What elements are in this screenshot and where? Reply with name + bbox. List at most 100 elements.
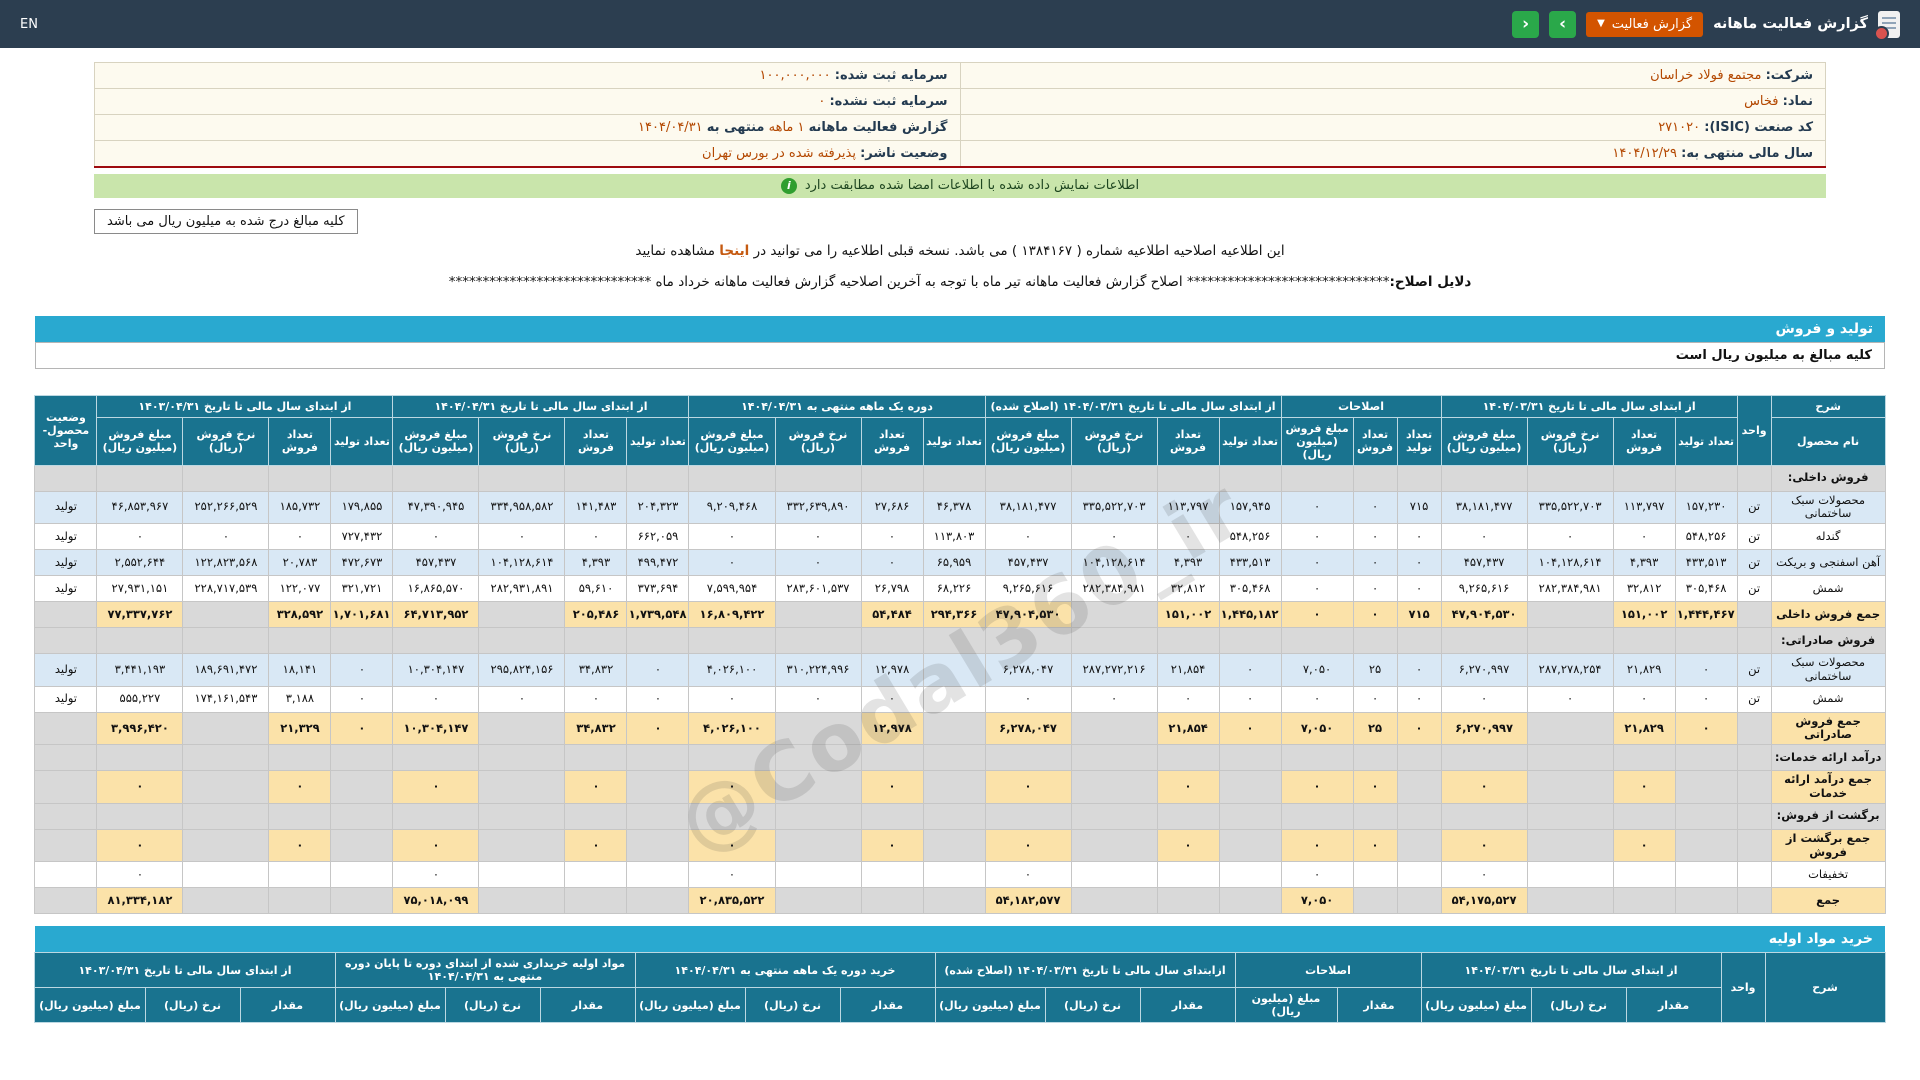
value-cell (1396, 887, 1442, 915)
prev-announcement-button[interactable]: ‹ (1512, 10, 1540, 38)
value-cell (564, 887, 628, 915)
value-cell: ۰ (1396, 711, 1442, 746)
value-cell: ۰ (330, 685, 394, 713)
company-row: سال مالی منتهی به: ۱۴۰۴/۱۲/۲۹ وضعیت ناشر… (94, 140, 1826, 168)
value-cell: ۱۱۳,۷۹۷ (1612, 490, 1676, 525)
company-value: ۱۴۰۴/۰۴/۳۱ (638, 120, 703, 135)
value-cell: ۰ (1396, 549, 1442, 577)
product-name-cell: گندله (1770, 523, 1886, 551)
value-cell (860, 464, 924, 492)
value-cell: ۰ (1070, 685, 1158, 713)
language-switch-en[interactable]: EN (20, 17, 38, 32)
topbar-actions: گزارش فعالیت ماهانه گزارش فعالیت ▼ › ‹ (1512, 10, 1900, 41)
value-cell (1070, 711, 1158, 746)
value-cell: ۲۱,۸۵۴ (1156, 711, 1220, 746)
value-cell (922, 744, 986, 772)
value-cell: ۱۱۳,۷۹۷ (1156, 490, 1220, 525)
value-cell (1070, 802, 1158, 830)
value-cell: ۱۰,۳۰۴,۱۴۷ (392, 653, 480, 687)
value-cell (1674, 464, 1738, 492)
value-cell: ۱۸۹,۶۹۱,۴۷۲ (182, 653, 270, 687)
unit-cell (1736, 711, 1772, 746)
value-cell (1396, 464, 1442, 492)
period-group-header-4: مواد اولیه خریداری شده از ابتدای دوره تا… (334, 952, 636, 989)
table-header-row: شرح واحد از ابتدای سال مالی تا تاریخ ۱۴۰۴/… (34, 394, 1886, 466)
value-cell: ۱۷۹,۸۵۵ (330, 490, 394, 525)
value-cell: ۰ (1396, 653, 1442, 687)
value-cell (268, 802, 332, 830)
company-value: ۲۷۱۰۲۰ (1658, 120, 1701, 135)
value-cell: ۶,۲۷۸,۰۴۷ (984, 653, 1072, 687)
value-cell: ۱۴۱,۴۸۳ (564, 490, 628, 525)
value-cell: ۵۴,۴۸۴ (860, 601, 924, 629)
value-cell: ۰ (564, 685, 628, 713)
value-cell: ۰ (984, 828, 1072, 863)
value-cell (330, 828, 394, 863)
value-cell: ۰ (860, 685, 924, 713)
value-cell (1526, 627, 1614, 655)
value-cell (330, 627, 394, 655)
value-cell: ۰ (182, 523, 270, 551)
next-announcement-button[interactable]: › (1549, 10, 1577, 38)
unit-cell (1736, 770, 1772, 804)
value-cell (268, 464, 332, 492)
company-row: نماد: فخاس سرمایه ثبت نشده: ۰ (94, 88, 1826, 115)
table-subheader-row: نام محصول تعداد تولید تعداد فروش نرخ فروش (… (35, 416, 1886, 466)
product-name-cell: محصولات سبک ساختمانی (1770, 490, 1886, 525)
value-cell (688, 627, 776, 655)
metric-header: مبلغ فروش (میلیون ریال) (1440, 416, 1528, 466)
value-cell: ۰ (1156, 685, 1220, 713)
report-type-dropdown[interactable]: گزارش فعالیت ▼ (1586, 11, 1704, 37)
value-cell (774, 627, 862, 655)
value-cell (96, 627, 184, 655)
value-cell: ۷,۰۵۰ (1280, 653, 1354, 687)
value-cell (478, 770, 566, 804)
metric-header: مقدار (539, 987, 636, 1024)
value-cell: ۰ (1674, 685, 1738, 713)
value-cell: ۱۸,۱۴۱ (268, 653, 332, 687)
value-cell (1674, 828, 1738, 863)
value-cell (478, 601, 566, 629)
value-cell: ۱۰۴,۱۲۸,۶۱۴ (1526, 549, 1614, 577)
value-cell: ۰ (392, 828, 480, 863)
value-cell: ۱۱۳,۸۰۳ (922, 523, 986, 551)
value-cell: ۲۸۷,۲۷۸,۲۵۴ (1526, 653, 1614, 687)
previous-version-link[interactable]: اینجا (719, 243, 749, 259)
value-cell (1280, 744, 1354, 772)
metric-header: تعداد فروش (860, 416, 924, 466)
value-cell: ۰ (688, 685, 776, 713)
value-cell (860, 802, 924, 830)
value-cell: ۰ (330, 711, 394, 746)
report-document-icon[interactable] (1874, 10, 1900, 41)
sales-table: شرح واحد از ابتدای سال مالی تا تاریخ ۱۴۰۴/… (34, 394, 1886, 915)
value-cell (774, 828, 862, 863)
value-cell: ۳۲,۸۱۲ (1612, 575, 1676, 603)
value-cell: ۶,۲۷۸,۰۴۷ (984, 711, 1072, 746)
value-cell: ۰ (1396, 575, 1442, 603)
value-cell (626, 770, 690, 804)
value-cell: ۰ (1218, 653, 1282, 687)
value-cell: ۷,۵۹۹,۹۵۴ (688, 575, 776, 603)
value-cell (1156, 802, 1220, 830)
value-cell: ۰ (774, 523, 862, 551)
value-cell: ۴,۳۹۳ (1156, 549, 1220, 577)
signature-match-text: اطلاعات نمایش داده شده با اطلاعات امضا ش… (804, 178, 1140, 193)
info-icon: i (780, 177, 797, 194)
sales-table-head: شرح واحد از ابتدای سال مالی تا تاریخ ۱۴۰۴/… (34, 394, 1886, 466)
reason-stars-start: ****************************** (1186, 273, 1390, 290)
sales-table-body: فروش داخلی: محصولات سبک ساختمانی تن ۱۵۷,۲۳۰… (34, 464, 1886, 915)
value-cell: ۰ (860, 523, 924, 551)
value-cell (1280, 627, 1354, 655)
value-cell (1156, 627, 1220, 655)
value-cell: ۰ (626, 653, 690, 687)
value-cell (1218, 828, 1282, 863)
metric-header: مقدار (1625, 987, 1722, 1024)
value-cell: ۶,۲۷۰,۹۹۷ (1440, 711, 1528, 746)
value-cell: ۰ (392, 770, 480, 804)
value-cell (1396, 627, 1442, 655)
value-cell: ۲۸۲,۳۸۴,۹۸۱ (1526, 575, 1614, 603)
value-cell: ۰ (984, 685, 1072, 713)
value-cell: ۲۹۴,۳۶۶ (922, 601, 986, 629)
value-cell (1070, 601, 1158, 629)
value-cell: ۴,۰۲۶,۱۰۰ (688, 653, 776, 687)
